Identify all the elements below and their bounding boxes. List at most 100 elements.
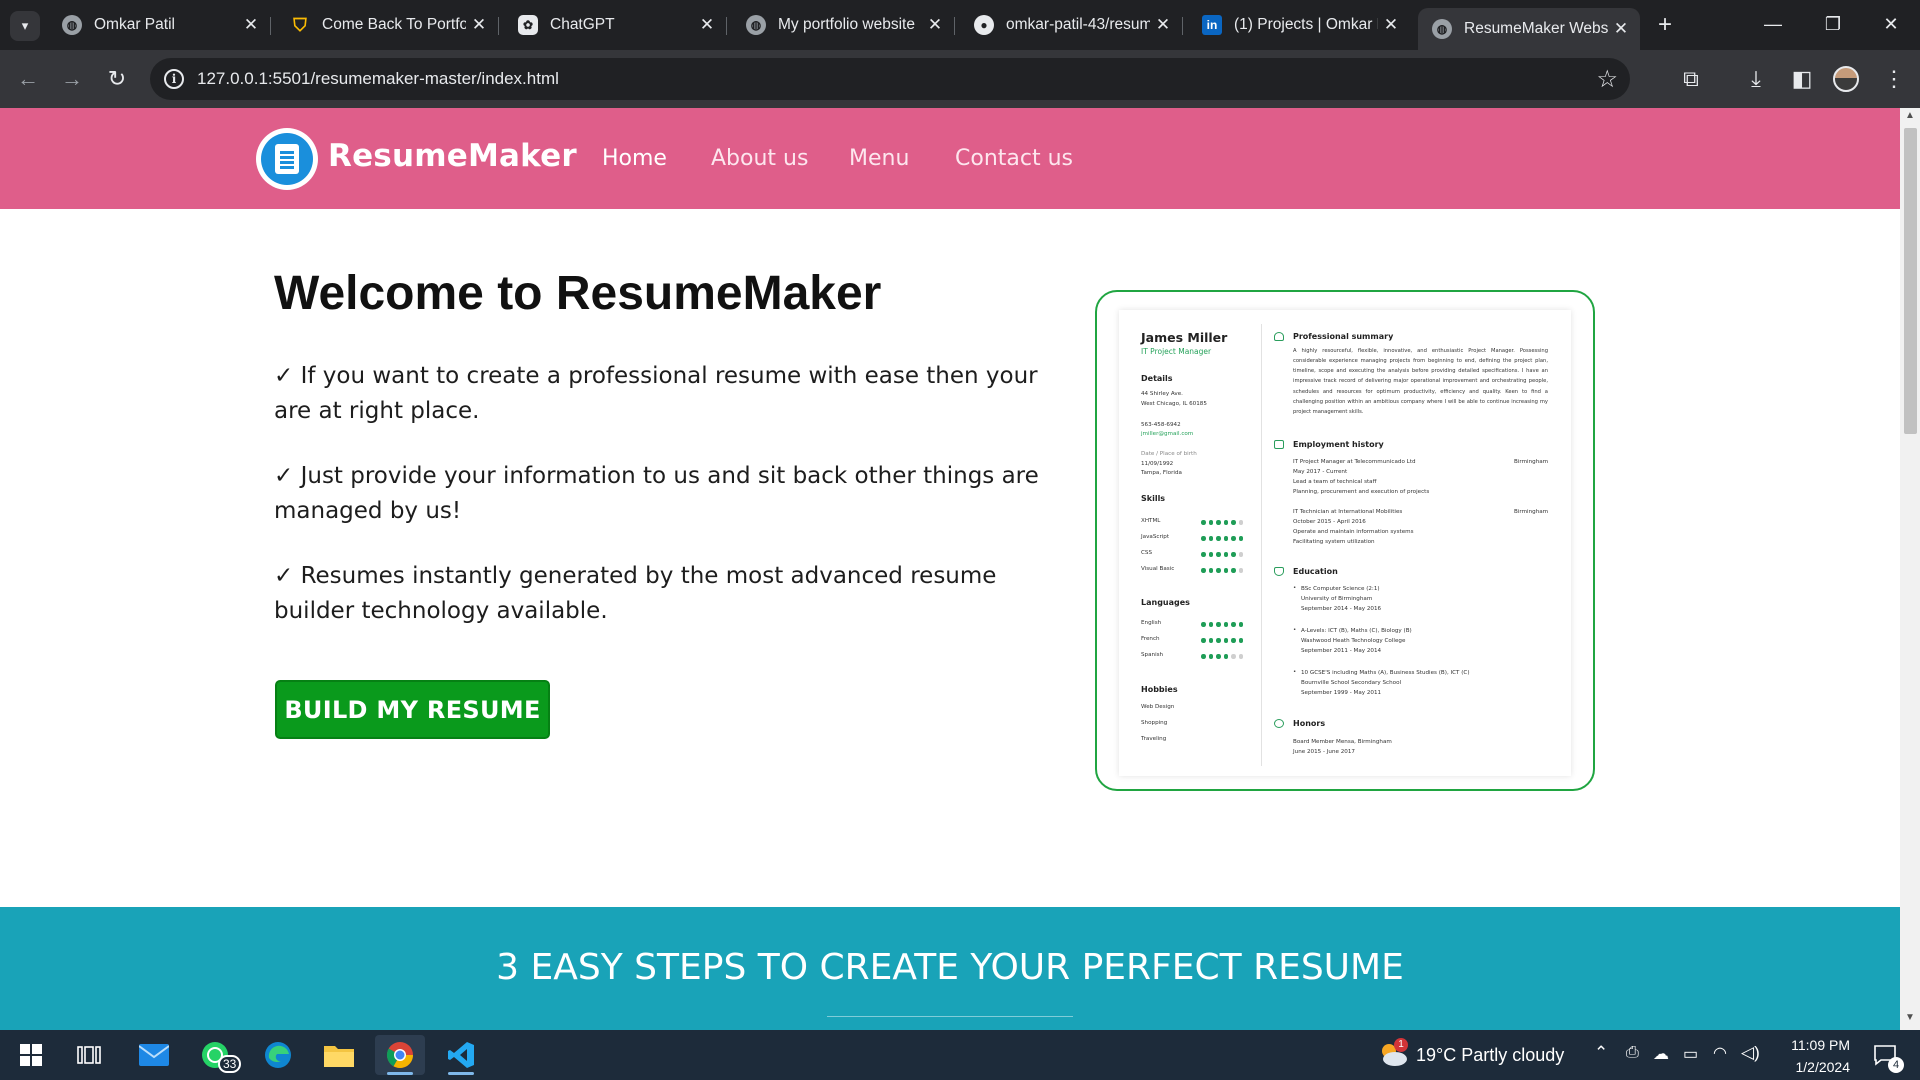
nav-contact-us[interactable]: Contact us (955, 146, 1073, 171)
skill-name: XHTML (1141, 518, 1161, 524)
side-panel-button[interactable]: ◧ (1786, 63, 1818, 95)
nav-menu[interactable]: Menu (849, 146, 909, 171)
profile-avatar[interactable] (1833, 66, 1859, 92)
education-line: September 1999 - May 2011 (1301, 690, 1382, 696)
new-tab-button[interactable]: + (1650, 10, 1680, 40)
edge-app-button[interactable] (253, 1035, 303, 1075)
restore-icon: ❐ (1824, 13, 1842, 34)
menu-button[interactable]: ⋮ (1878, 63, 1910, 95)
chrome-app-button[interactable] (375, 1035, 425, 1075)
bookmark-star-icon[interactable]: ☆ (1596, 65, 1618, 94)
bullet-dot: • (1293, 585, 1297, 591)
close-window-button[interactable]: ✕ (1868, 6, 1914, 42)
tab-search-button[interactable]: ▾ (10, 11, 40, 41)
url-text[interactable]: 127.0.0.1:5501/resumemaker-master/index.… (197, 69, 559, 89)
steps-divider (827, 1016, 1073, 1017)
rating-dot (1223, 638, 1228, 643)
forward-button[interactable]: → (56, 63, 88, 95)
whatsapp-app-button[interactable]: 33 (190, 1035, 242, 1075)
arrow-right-icon: → (61, 66, 83, 91)
rating-dot (1223, 622, 1228, 627)
volume-icon[interactable]: ◁) (1741, 1043, 1760, 1063)
meet-now-icon[interactable]: ⎙ (1626, 1044, 1639, 1062)
rating-dot (1216, 536, 1221, 541)
start-button[interactable] (6, 1035, 56, 1075)
rating-dot (1216, 520, 1221, 525)
close-icon[interactable]: ✕ (1608, 19, 1634, 39)
cloud-sync-icon[interactable]: ☁ (1653, 1044, 1669, 1064)
hobby-item: Web Design (1141, 704, 1175, 710)
mail-app-button[interactable] (129, 1035, 179, 1075)
minimize-button[interactable]: — (1750, 6, 1796, 42)
tab-title: ChatGPT (550, 16, 615, 33)
task-view-button[interactable] (64, 1035, 114, 1075)
close-icon: ✕ (1883, 13, 1899, 34)
weather-alert-badge: 1 (1394, 1038, 1408, 1052)
plus-icon: + (1657, 11, 1672, 38)
notification-center-button[interactable]: 4 (1860, 1035, 1910, 1075)
back-button[interactable]: ← (12, 63, 44, 95)
scroll-thumb[interactable] (1904, 128, 1917, 434)
rating-dot (1231, 638, 1236, 643)
battery-icon[interactable]: ▭ (1683, 1044, 1698, 1064)
reload-button[interactable]: ↻ (101, 63, 133, 95)
scroll-down-arrow-icon[interactable]: ▼ (1900, 1012, 1920, 1028)
tab-resumemaker[interactable]: ◍ ResumeMaker Website ✕ (1418, 8, 1640, 50)
file-explorer-button[interactable] (314, 1035, 364, 1075)
tab-github[interactable]: ● omkar-patil-43/resume ✕ (960, 8, 1183, 42)
close-icon[interactable]: ✕ (238, 15, 264, 35)
nav-about-us[interactable]: About us (711, 146, 808, 171)
job-dates: October 2015 - April 2016 (1293, 519, 1366, 525)
resume-dob: 11/09/1992 (1141, 461, 1174, 467)
resume-pob: Tampa, Florida (1141, 470, 1182, 476)
clock-time: 11:09 PM (1791, 1037, 1850, 1053)
resumemaker-logo-icon[interactable] (256, 128, 318, 190)
rating-dot (1216, 654, 1221, 659)
tab-linkedin[interactable]: in (1) Projects | Omkar Patil ✕ (1188, 8, 1410, 42)
steps-section: 3 EASY STEPS TO CREATE YOUR PERFECT RESU… (0, 907, 1900, 1030)
resume-skills-heading: Skills (1141, 494, 1166, 503)
tab-my-portfolio[interactable]: ◍ My portfolio website ✕ (732, 8, 955, 42)
weather-widget-icon[interactable]: 1 (1368, 1035, 1418, 1075)
build-resume-button[interactable]: BUILD MY RESUME (275, 680, 550, 739)
education-line: A-Levels: ICT (B), Maths (C), Biology (B… (1301, 628, 1412, 634)
rating-dot (1238, 520, 1243, 525)
weather-text[interactable]: 19°C Partly cloudy (1416, 1045, 1564, 1066)
rating-dot (1208, 622, 1213, 627)
windows-logo-icon (20, 1044, 42, 1066)
rating-dot (1223, 654, 1228, 659)
tray-chevron-up-icon[interactable]: ⌃ (1594, 1043, 1608, 1063)
rating-dot (1216, 638, 1221, 643)
brand-name[interactable]: ResumeMaker (328, 138, 577, 174)
page-viewport: ResumeMaker Home About us Menu Contact u… (0, 108, 1900, 1030)
page-scrollbar[interactable]: ▲ ▼ (1900, 108, 1920, 1030)
scroll-up-arrow-icon[interactable]: ▲ (1900, 110, 1920, 126)
close-icon[interactable]: ✕ (922, 15, 948, 35)
site-info-icon[interactable]: i (164, 69, 184, 89)
nav-home[interactable]: Home (602, 146, 667, 171)
downloads-button[interactable]: ⤓ (1740, 63, 1772, 95)
restore-button[interactable]: ❐ (1810, 6, 1856, 42)
rating-dot (1201, 536, 1206, 541)
system-clock[interactable]: 11:09 PM 1/2/2024 (1770, 1034, 1850, 1078)
tab-omkar-patil[interactable]: ◍ Omkar Patil ✕ (48, 8, 271, 42)
job-city: Birmingham (1514, 509, 1549, 515)
extensions-button[interactable]: ⧉ (1675, 63, 1707, 95)
vscode-app-button[interactable] (436, 1035, 486, 1075)
skill-name: Visual Basic (1141, 566, 1175, 572)
address-bar[interactable]: i 127.0.0.1:5501/resumemaker-master/inde… (150, 58, 1630, 100)
close-icon[interactable]: ✕ (1150, 15, 1176, 35)
close-icon[interactable]: ✕ (466, 15, 492, 35)
resume-sheet: James Miller IT Project Manager Details … (1119, 310, 1571, 776)
whatsapp-unread-badge: 33 (218, 1055, 242, 1073)
clock-date: 1/2/2024 (1795, 1059, 1851, 1075)
close-icon[interactable]: ✕ (694, 15, 720, 35)
education-line: Bournville School Secondary School (1301, 680, 1402, 686)
rating-dot (1201, 552, 1206, 557)
notification-count-badge: 4 (1888, 1057, 1904, 1073)
wifi-icon[interactable]: ◠ (1713, 1043, 1727, 1063)
tab-chatgpt[interactable]: ✿ ChatGPT ✕ (504, 8, 727, 42)
tab-title: omkar-patil-43/resume (1006, 16, 1150, 33)
close-icon[interactable]: ✕ (1378, 15, 1404, 35)
tab-portfolio[interactable]: ⛉ Come Back To Portfolio ✕ (276, 8, 499, 42)
